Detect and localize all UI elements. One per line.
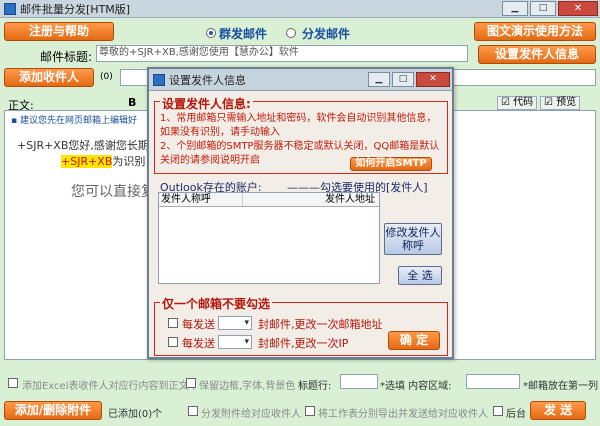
split-sheet-label: 将工作表分别导出并发送给对应收件人 [318, 409, 488, 420]
smtp-help-button[interactable]: 如何开启SMTP [350, 157, 432, 171]
editor-line-3: 您可以直接复 [71, 184, 155, 200]
ok-button[interactable]: 确 定 [388, 331, 440, 350]
content-area-label: *选填 内容区域: [380, 381, 452, 392]
every-send-label-2: 每发送 [182, 337, 215, 350]
rotate-ip-checkbox[interactable] [168, 337, 178, 347]
attachment-count: 已添加(0)个 [108, 409, 163, 420]
background-label: 后台 [506, 409, 526, 420]
mass-mail-label: 群发邮件 [219, 27, 268, 41]
col-sender-address: 发件人地址 [325, 194, 375, 205]
subject-input[interactable]: 尊敬的+SJR+XB,感谢您使用【慧办公】软件 [96, 45, 468, 62]
send-button[interactable]: 发 送 [530, 401, 586, 420]
editor-line-2-rest: 为识别 [112, 155, 146, 168]
mass-mail-radio[interactable] [206, 28, 216, 38]
dialog-minimize-icon[interactable]: ▁ [368, 72, 390, 87]
bold-button[interactable]: B [128, 96, 136, 109]
add-recipient-button[interactable]: 添加收件人 [4, 68, 94, 87]
keep-border-checkbox[interactable] [186, 378, 196, 388]
register-help-button[interactable]: 注册与帮助 [4, 22, 114, 41]
editor-line-2: +SJR+XB为识别 [61, 153, 145, 169]
account-list-header: 发件人称呼 发件人地址 [159, 193, 379, 207]
window-title: 邮件批量分发[HTM版] [20, 2, 131, 16]
dialog-window-controls: ▁ □ ✕ [368, 72, 450, 87]
keep-border-label: 保留边框,字体,背景色 ) [199, 381, 303, 392]
dispatch-attachment-label: 分发附件给对应收件人 [201, 409, 301, 420]
modify-sender-name-button[interactable]: 修改发件人称呼 [384, 223, 442, 255]
change-ip-label: 封邮件,更改一次IP [258, 337, 349, 350]
col-sender-name: 发件人称呼 [159, 193, 243, 206]
dialog-maximize-icon[interactable]: □ [392, 72, 414, 87]
dispatch-mail-radio[interactable] [286, 28, 296, 38]
dispatch-attachment-checkbox[interactable] [188, 406, 198, 416]
dialog-app-icon [153, 73, 165, 86]
excel-content-label: 添加Excel表收件人对应行内容到正文 ( [22, 381, 196, 392]
recipient-count: (0) [100, 72, 113, 82]
code-button[interactable]: ☑ 代码 [497, 96, 538, 110]
close-icon[interactable]: ✕ [558, 1, 598, 16]
preview-button[interactable]: ☑ 预览 [540, 96, 581, 110]
editor-tip: ▪ 建议您先在网页邮箱上编辑好 [11, 116, 137, 126]
dialog-close-icon[interactable]: ✕ [416, 72, 450, 87]
app-icon [4, 2, 16, 15]
rotate-ip-count[interactable] [218, 335, 252, 349]
change-address-label: 封邮件,更改一次邮箱地址 [258, 318, 383, 331]
maximize-icon[interactable]: □ [530, 1, 556, 16]
select-all-button[interactable]: 全 选 [398, 266, 442, 285]
rotate-address-checkbox[interactable] [168, 318, 178, 328]
every-send-label-1: 每发送 [182, 318, 215, 331]
excel-content-checkbox[interactable] [8, 378, 18, 388]
note-1: 1、常用邮箱只需输入地址和密码，软件会自动识别其他信息，如果没有识别，请手动输入 [160, 113, 437, 138]
dialog-titlebar: 设置发件人信息 ▁ □ ✕ [149, 69, 452, 91]
rotate-address-count[interactable] [218, 316, 252, 330]
single-mailbox-heading: 仅一个邮箱不要勾选 [160, 295, 273, 312]
first-column-note: *邮箱放在第一列 [523, 381, 598, 392]
add-remove-attachment-button[interactable]: 添加/删除附件 [4, 401, 102, 420]
sender-info-heading: 设置发件人信息: [160, 95, 253, 112]
window-controls: ▁ □ ✕ [502, 1, 598, 16]
split-sheet-checkbox[interactable] [305, 406, 315, 416]
title-row-label: 标题行: [298, 381, 332, 392]
dialog-title: 设置发件人信息 [169, 73, 246, 87]
minimize-icon[interactable]: ▁ [502, 1, 528, 16]
outlook-account-list[interactable]: 发件人称呼 发件人地址 [158, 192, 380, 284]
demo-button[interactable]: 图文演示使用方法 [474, 22, 596, 41]
title-row-input[interactable] [340, 374, 378, 389]
editor-line-1: +SJR+XB您好,感谢您长期 [17, 139, 149, 152]
editor-placeholder-highlight: +SJR+XB [61, 155, 113, 168]
content-area-input[interactable] [466, 374, 520, 389]
main-titlebar: 邮件批量分发[HTM版] ▁ □ ✕ [0, 0, 600, 18]
code-icon: ☑ [501, 97, 510, 108]
code-label: 代码 [513, 97, 534, 108]
preview-icon: ☑ [544, 97, 553, 108]
dispatch-mail-label: 分发邮件 [302, 27, 351, 41]
background-checkbox[interactable] [493, 406, 503, 416]
set-sender-button[interactable]: 设置发件人信息 [478, 45, 596, 64]
subject-label: 邮件标题: [40, 50, 93, 64]
preview-label: 预览 [556, 97, 577, 108]
